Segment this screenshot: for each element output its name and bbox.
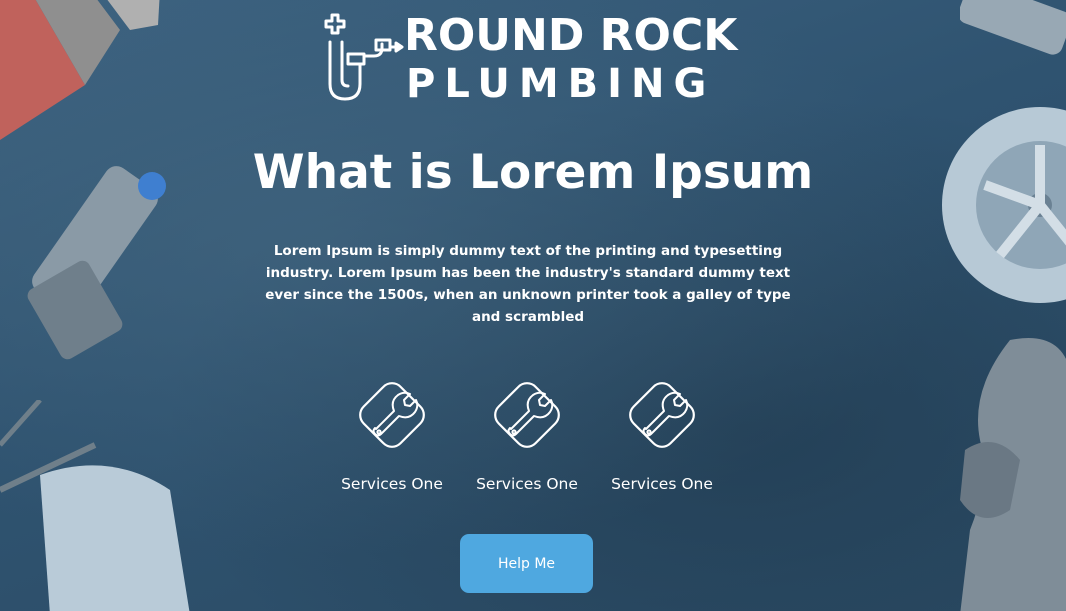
pipe-logo-icon: [324, 13, 404, 101]
service-label: Services One: [341, 475, 443, 493]
service-item[interactable]: Services One: [322, 370, 462, 500]
fitting-image: [960, 0, 1066, 55]
wrench-set-image: [960, 338, 1066, 611]
hero-title: What is Lorem Ipsum: [252, 145, 814, 200]
wrench-icon: [359, 382, 425, 448]
brand-name-line1: ROUND ROCK: [404, 10, 738, 61]
service-item[interactable]: Services One: [592, 370, 732, 500]
hero-description: Lorem Ipsum is simply dummy text of the …: [265, 243, 791, 325]
help-me-button[interactable]: Help Me: [460, 534, 593, 593]
service-label: Services One: [611, 475, 713, 493]
pipe-wrench-image: [0, 0, 160, 140]
rod-image: [0, 400, 97, 493]
service-item[interactable]: Services One: [457, 370, 597, 500]
brand-name-line2: PLUMBING: [406, 61, 716, 107]
wrench-icon: [629, 382, 695, 448]
wrench-icon: [494, 382, 560, 448]
drain-cover-image: [942, 107, 1066, 303]
brand-logo[interactable]: ROUND ROCK PLUMBING: [320, 10, 740, 106]
service-label: Services One: [476, 475, 578, 493]
